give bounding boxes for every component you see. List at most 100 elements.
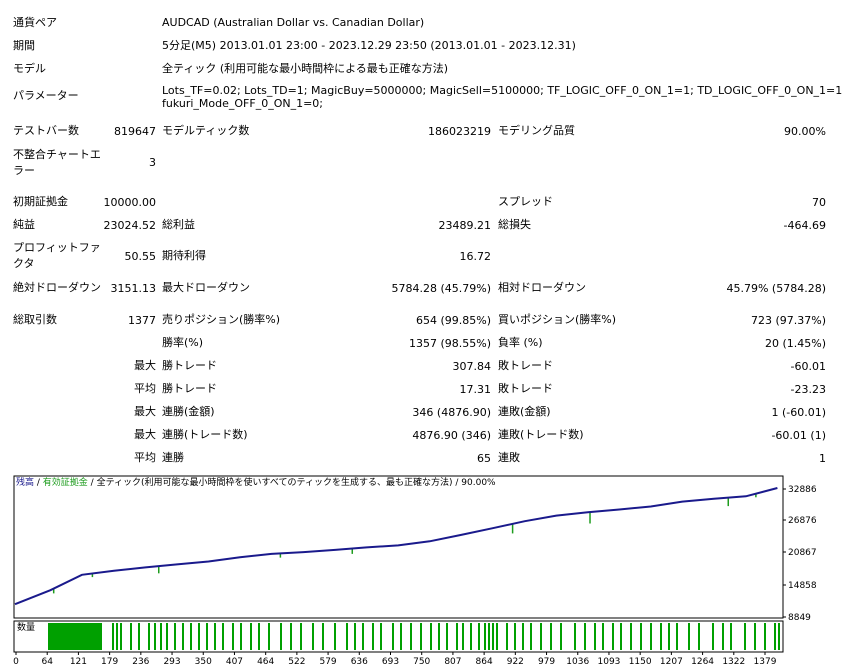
x-tick-label-17: 979 bbox=[538, 657, 555, 667]
volume-bar-98 bbox=[744, 623, 746, 650]
volume-bar-55 bbox=[354, 623, 356, 650]
volume-bar-29 bbox=[120, 623, 122, 650]
volume-bar-13 bbox=[74, 623, 76, 650]
volume-bar-11 bbox=[70, 623, 72, 650]
volume-bar-82 bbox=[584, 623, 586, 650]
volume-frame bbox=[13, 620, 784, 653]
volume-bar-28 bbox=[116, 623, 118, 650]
volume-bar-59 bbox=[392, 623, 394, 650]
volume-bar-102 bbox=[778, 623, 780, 650]
chart-legend: 残高 / 有効証拠金 / 全ティック(利用可能な最小時間枠を使いすべてのティック… bbox=[16, 476, 496, 488]
volume-bar-91 bbox=[668, 623, 670, 650]
volume-bar-12 bbox=[72, 623, 74, 650]
volume-bar-17 bbox=[82, 623, 84, 650]
x-tick-label-6: 350 bbox=[195, 657, 212, 667]
x-tick-label-12: 693 bbox=[382, 657, 399, 667]
x-tick-label-4: 236 bbox=[132, 657, 149, 667]
volume-bar-101 bbox=[774, 623, 776, 650]
volume-bar-86 bbox=[620, 623, 622, 650]
x-tick-label-13: 750 bbox=[413, 657, 430, 667]
volume-bar-63 bbox=[430, 623, 432, 650]
volume-label: 数量 bbox=[17, 621, 35, 633]
volume-bar-69 bbox=[478, 623, 480, 650]
volume-bar-87 bbox=[630, 623, 632, 650]
legend-quality: 90.00% bbox=[461, 478, 496, 488]
volume-bar-19 bbox=[86, 623, 88, 650]
x-tick-label-20: 1150 bbox=[629, 657, 652, 667]
x-tick-label-21: 1207 bbox=[660, 657, 683, 667]
volume-bar-21 bbox=[90, 623, 92, 650]
volume-bar-56 bbox=[362, 623, 364, 650]
volume-bar-49 bbox=[290, 623, 292, 650]
volume-bar-45 bbox=[250, 623, 252, 650]
y-tick-label-1: 26876 bbox=[788, 516, 817, 526]
x-tick-label-15: 864 bbox=[476, 657, 493, 667]
volume-bar-74 bbox=[506, 623, 508, 650]
volume-bar-85 bbox=[612, 623, 614, 650]
y-tick-label-2: 20867 bbox=[788, 548, 817, 558]
volume-bar-7 bbox=[62, 623, 64, 650]
volume-bar-61 bbox=[410, 623, 412, 650]
volume-bar-78 bbox=[540, 623, 542, 650]
volume-bar-39 bbox=[198, 623, 200, 650]
volume-bar-89 bbox=[650, 623, 652, 650]
volume-bar-9 bbox=[66, 623, 68, 650]
volume-bar-27 bbox=[112, 623, 114, 650]
volume-bar-73 bbox=[496, 623, 498, 650]
volume-bar-94 bbox=[698, 623, 700, 650]
volume-bar-3 bbox=[54, 623, 56, 650]
volume-bar-90 bbox=[660, 623, 662, 650]
volume-bar-25 bbox=[98, 623, 100, 650]
volume-bar-10 bbox=[68, 623, 70, 650]
volume-bar-53 bbox=[334, 623, 336, 650]
volume-bar-31 bbox=[138, 623, 140, 650]
volume-bar-14 bbox=[76, 623, 78, 650]
volume-bar-66 bbox=[456, 623, 458, 650]
volume-bar-88 bbox=[640, 623, 642, 650]
volume-bar-41 bbox=[214, 623, 216, 650]
volume-bar-50 bbox=[300, 623, 302, 650]
volume-bar-62 bbox=[420, 623, 422, 650]
volume-bar-80 bbox=[560, 623, 562, 650]
volume-bar-65 bbox=[446, 623, 448, 650]
x-tick-label-9: 522 bbox=[288, 657, 305, 667]
volume-bar-47 bbox=[268, 623, 270, 650]
volume-bar-26 bbox=[100, 623, 102, 650]
volume-bar-20 bbox=[88, 623, 90, 650]
y-tick-label-3: 14858 bbox=[788, 581, 817, 591]
volume-bar-2 bbox=[52, 623, 54, 650]
volume-bar-52 bbox=[322, 623, 324, 650]
legend-sep-1: / bbox=[34, 478, 43, 488]
x-tick-label-0: 0 bbox=[13, 657, 19, 667]
volume-bar-70 bbox=[484, 623, 486, 650]
y-tick-label-4: 8849 bbox=[788, 613, 811, 623]
volume-bar-6 bbox=[60, 623, 62, 650]
volume-bar-24 bbox=[96, 623, 98, 650]
volume-bar-44 bbox=[240, 623, 242, 650]
volume-bar-81 bbox=[574, 623, 576, 650]
volume-bar-76 bbox=[522, 623, 524, 650]
volume-bar-18 bbox=[84, 623, 86, 650]
volume-bar-34 bbox=[160, 623, 162, 650]
volume-bar-48 bbox=[280, 623, 282, 650]
volume-bar-77 bbox=[530, 623, 532, 650]
x-tick-label-14: 807 bbox=[444, 657, 461, 667]
volume-bar-40 bbox=[206, 623, 208, 650]
x-tick-label-22: 1264 bbox=[691, 657, 714, 667]
x-tick-label-7: 407 bbox=[226, 657, 243, 667]
x-tick-label-19: 1093 bbox=[598, 657, 621, 667]
volume-bar-5 bbox=[58, 623, 60, 650]
volume-bar-42 bbox=[222, 623, 224, 650]
chart-frames bbox=[13, 475, 784, 653]
volume-bar-99 bbox=[754, 623, 756, 650]
volume-bar-32 bbox=[148, 623, 150, 650]
volume-bar-37 bbox=[182, 623, 184, 650]
volume-bar-71 bbox=[488, 623, 490, 650]
volume-bar-83 bbox=[594, 623, 596, 650]
volume-bar-35 bbox=[166, 623, 168, 650]
volume-bar-95 bbox=[712, 623, 714, 650]
volume-bar-43 bbox=[232, 623, 234, 650]
x-axis-ticks: 0 64 121 179 236 293 350 407 464 522 579 636 693 750 8… bbox=[13, 652, 777, 667]
x-tick-label-24: 1379 bbox=[754, 657, 777, 667]
volume-bar-1 bbox=[50, 623, 52, 650]
